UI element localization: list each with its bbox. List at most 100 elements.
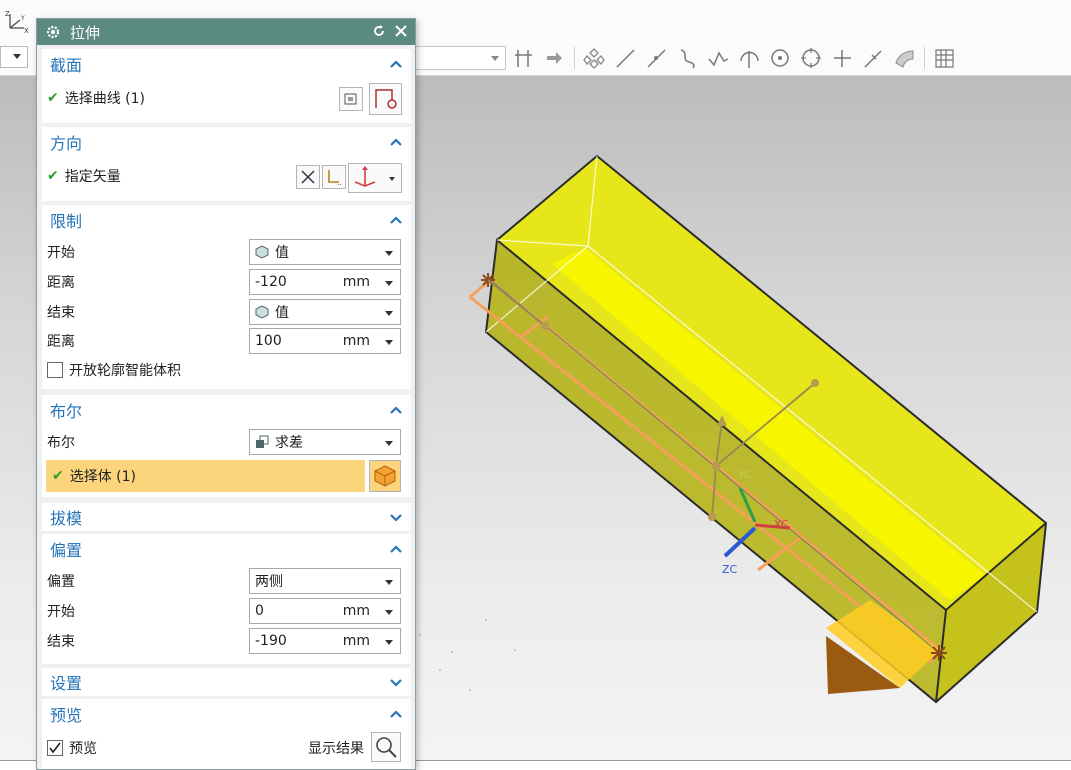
chevron-up-icon[interactable]: [389, 213, 403, 227]
chevron-up-icon[interactable]: [389, 57, 403, 71]
distance1-label: 距离: [47, 275, 75, 291]
offset-header[interactable]: 偏置: [42, 534, 411, 564]
arc-icon[interactable]: [676, 47, 699, 70]
chevron-down-icon[interactable]: [389, 511, 403, 525]
svg-text:X: X: [24, 27, 29, 34]
open-profile-row[interactable]: 开放轮廓智能体积: [47, 357, 181, 383]
wcs-axis-icon[interactable]: Z Y X: [4, 8, 30, 34]
direction-header[interactable]: 方向: [42, 127, 411, 157]
end-dropdown[interactable]: 值: [249, 299, 401, 325]
distance2-label: 距离: [47, 334, 75, 350]
preview-checkbox[interactable]: [47, 740, 63, 756]
boolean-dropdown[interactable]: 求差: [249, 429, 401, 455]
boolean-value: 求差: [275, 435, 303, 451]
select-body-label: 选择体 (1): [69, 469, 137, 485]
extrude-dialog: 拉伸 截面 ✔ 选择曲线 (1) 方向 ✔ 指定矢量 .. 限制 开始 值 距离…: [36, 18, 416, 770]
chevron-down-icon: [385, 640, 393, 645]
start-dropdown[interactable]: 值: [249, 239, 401, 265]
offset-end-unit: mm: [342, 633, 370, 649]
bar-icon[interactable]: [512, 47, 535, 70]
start-row: 开始: [47, 239, 75, 265]
dots-icon[interactable]: [583, 47, 606, 70]
circle-icon[interactable]: [800, 47, 823, 70]
preview-title: 预览: [50, 706, 83, 725]
line-icon[interactable]: [862, 47, 885, 70]
spline-icon[interactable]: [707, 47, 730, 70]
check-icon: ✔: [52, 468, 64, 484]
snap-dropdown[interactable]: [414, 46, 506, 70]
offset-group: 偏置 偏置 两侧 开始 0 mm 结束 -190 mm: [42, 534, 411, 664]
close-icon[interactable]: [393, 23, 409, 39]
boolean-group: 布尔 布尔 求差 ✔ 选择体 (1): [42, 395, 411, 497]
open-profile-checkbox[interactable]: [47, 362, 63, 378]
preview-header[interactable]: 预览: [42, 699, 411, 729]
sketch-icon: [344, 93, 357, 105]
offset-start-input[interactable]: 0 mm: [249, 598, 401, 624]
specify-vector-row[interactable]: ✔ 指定矢量: [47, 163, 121, 189]
grid-icon[interactable]: [933, 47, 956, 70]
curve-button[interactable]: [369, 83, 402, 115]
specify-vector-label: 指定矢量: [64, 169, 121, 185]
end-row: 结束: [47, 299, 75, 325]
section-group: 截面 ✔ 选择曲线 (1): [42, 49, 411, 123]
chevron-down-icon[interactable]: [389, 676, 403, 690]
offset-label: 偏置: [47, 574, 75, 590]
chevron-down-icon: [389, 177, 395, 181]
reverse-icon: [301, 170, 315, 184]
plus-icon[interactable]: [831, 47, 854, 70]
arc-icon[interactable]: [738, 47, 761, 70]
vector-type-dropdown[interactable]: [348, 163, 402, 193]
offset-end-input[interactable]: -190 mm: [249, 628, 401, 654]
vector-dialog-button[interactable]: ..: [322, 165, 346, 189]
line-icon[interactable]: [645, 47, 668, 70]
dialog-title-bar[interactable]: 拉伸: [37, 19, 415, 45]
filter-dropdown[interactable]: [0, 46, 28, 68]
circle-icon[interactable]: [769, 47, 792, 70]
toolbar-separator: [574, 47, 575, 69]
subtract-icon: [256, 435, 269, 448]
draft-header[interactable]: 拔模: [42, 503, 411, 531]
background-dots: [419, 619, 516, 691]
distance2-input[interactable]: 100 mm: [249, 328, 401, 354]
line-icon[interactable]: [614, 47, 637, 70]
chevron-up-icon[interactable]: [389, 135, 403, 149]
chevron-up-icon[interactable]: [389, 403, 403, 417]
gear-icon: [46, 25, 60, 39]
settings-header[interactable]: 设置: [42, 668, 411, 696]
arrow-right-icon[interactable]: [543, 47, 566, 70]
sketch-section-button[interactable]: [339, 87, 363, 111]
distance1-input[interactable]: -120 mm: [249, 269, 401, 295]
reverse-direction-button[interactable]: [296, 165, 320, 189]
magnifier-icon: [376, 737, 397, 758]
select-curve-label: 选择曲线 (1): [64, 91, 146, 107]
yc-axis-label: YC: [737, 468, 752, 481]
boolean-title: 布尔: [50, 402, 83, 421]
offset-end-label: 结束: [47, 634, 75, 650]
chevron-up-icon[interactable]: [389, 707, 403, 721]
chevron-down-icon: [385, 251, 393, 256]
draft-group: 拔模: [42, 503, 411, 531]
distance1-value: -120: [255, 274, 287, 290]
settings-title: 设置: [50, 674, 83, 693]
boolean-label: 布尔: [47, 435, 75, 451]
xc-axis-label: XC: [774, 518, 789, 531]
offset-dropdown[interactable]: 两侧: [249, 568, 401, 594]
preview-row[interactable]: 预览: [47, 735, 97, 761]
boolean-header[interactable]: 布尔: [42, 395, 411, 425]
select-body-row[interactable]: ✔ 选择体 (1): [46, 460, 365, 492]
section-header[interactable]: 截面: [42, 49, 411, 79]
chevron-up-icon[interactable]: [389, 542, 403, 556]
limits-header[interactable]: 限制: [42, 205, 411, 235]
show-result-label-wrap: 显示结果: [308, 735, 364, 761]
blend-icon[interactable]: [893, 47, 916, 70]
chevron-down-icon: [385, 441, 393, 446]
reset-icon[interactable]: [371, 23, 387, 39]
start-value: 值: [275, 245, 289, 261]
select-body-button[interactable]: [369, 460, 401, 492]
select-curve-row[interactable]: ✔ 选择曲线 (1): [47, 85, 145, 111]
offset-start-row: 开始: [47, 598, 75, 624]
value-cube-icon: [255, 305, 269, 319]
show-result-button[interactable]: [371, 732, 401, 762]
limits-group: 限制 开始 值 距离 -120 mm 结束 值 距离 100 mm 开放轮廓智能…: [42, 205, 411, 389]
offset-start-value: 0: [255, 603, 264, 619]
